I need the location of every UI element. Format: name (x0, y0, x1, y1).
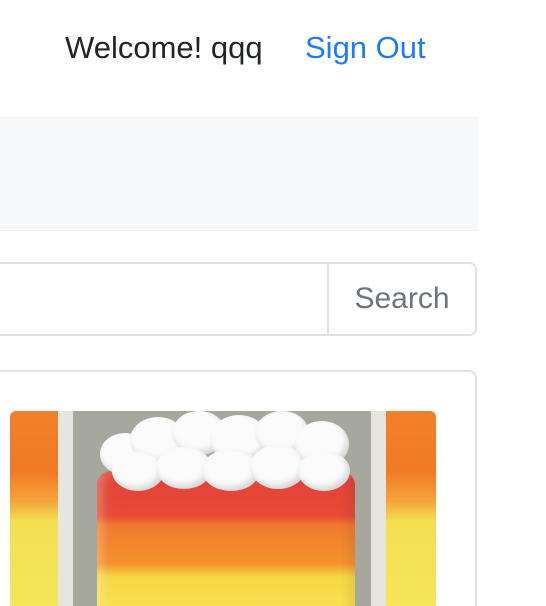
page: Welcome! qqq Sign Out Search (0, 0, 546, 606)
search-button[interactable]: Search (327, 264, 475, 334)
search-input[interactable] (0, 264, 317, 334)
cake-image[interactable] (10, 411, 436, 606)
cake-image-frame-left (58, 411, 73, 606)
welcome-message: Welcome! qqq (65, 30, 263, 65)
search-group: Search (0, 262, 477, 336)
whipped-cream-topping (90, 411, 362, 493)
cake-image-left-slice (10, 411, 58, 606)
cake-image-right-slice (386, 411, 436, 606)
cake-image-frame-right (371, 411, 386, 606)
jumbotron-panel (0, 117, 478, 231)
header: Welcome! qqq Sign Out (0, 26, 546, 70)
sign-out-link[interactable]: Sign Out (305, 26, 426, 70)
